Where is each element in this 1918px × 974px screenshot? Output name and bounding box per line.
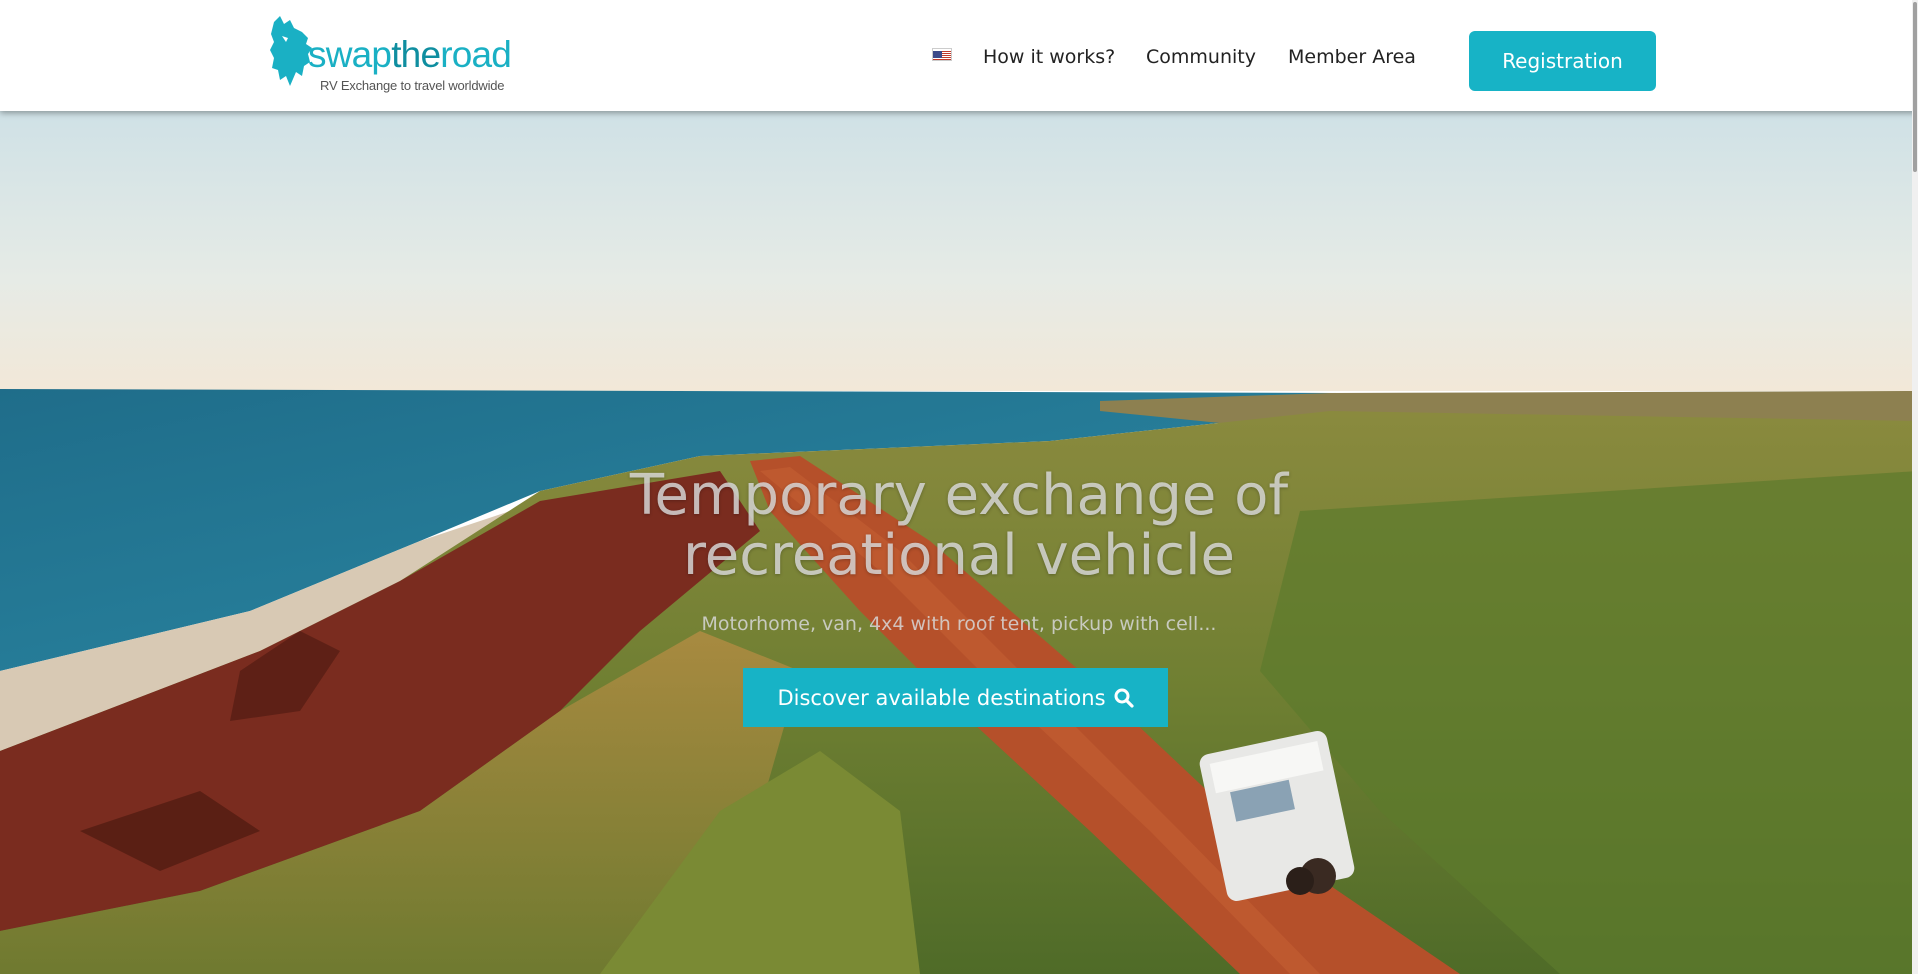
nav-how-it-works[interactable]: How it works? xyxy=(983,46,1115,68)
hero-title-line-2: recreational vehicle xyxy=(683,523,1235,588)
page-scrollbar[interactable] xyxy=(1912,0,1918,974)
nav-community[interactable]: Community xyxy=(1146,46,1256,68)
registration-button[interactable]: Registration xyxy=(1469,31,1656,91)
scrollbar-thumb[interactable] xyxy=(1913,2,1917,172)
site-header: swaptheroad RV Exchange to travel worldw… xyxy=(0,0,1918,111)
hero-section: Temporary exchange of recreational vehic… xyxy=(0,111,1918,974)
discover-button-label: Discover available destinations xyxy=(777,685,1106,710)
nav-member-area[interactable]: Member Area xyxy=(1288,46,1416,68)
us-flag-icon[interactable] xyxy=(932,48,952,61)
hero-title-line-1: Temporary exchange of xyxy=(629,463,1289,528)
discover-destinations-button[interactable]: Discover available destinations xyxy=(743,668,1168,727)
hero-title: Temporary exchange of recreational vehic… xyxy=(0,466,1918,586)
logo-wordmark: swaptheroad xyxy=(308,34,512,75)
hero-subtitle: Motorhome, van, 4x4 with roof tent, pick… xyxy=(701,613,1217,635)
search-icon xyxy=(1114,688,1134,708)
logo-tagline: RV Exchange to travel worldwide xyxy=(320,78,505,93)
site-logo[interactable]: swaptheroad RV Exchange to travel worldw… xyxy=(268,14,518,98)
